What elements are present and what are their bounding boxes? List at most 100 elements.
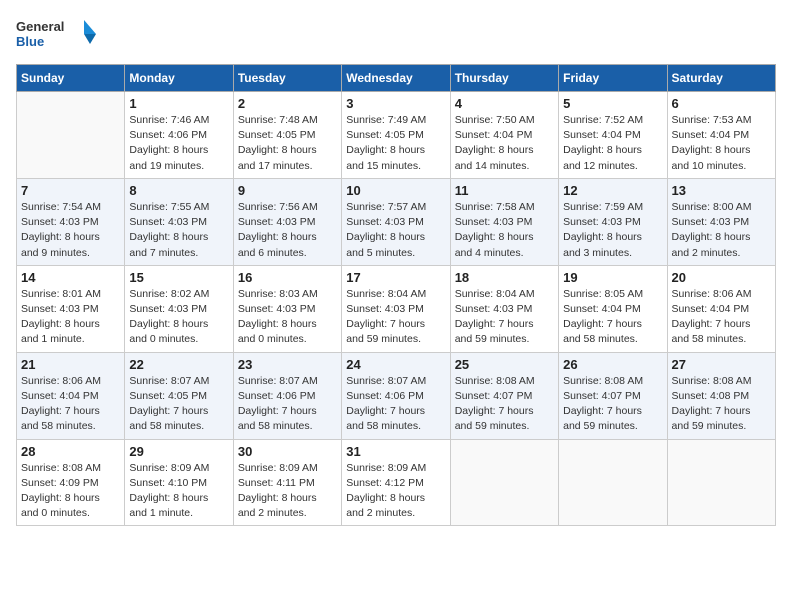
calendar-cell: 4Sunrise: 7:50 AM Sunset: 4:04 PM Daylig… [450,92,558,179]
calendar-header-thursday: Thursday [450,65,558,92]
calendar-cell: 23 Sunrise: 8:07 AM Sunset: 4:06 PM Dayli… [233,352,341,439]
day-number: 2 [238,96,337,111]
day-info: Sunrise: 8:09 AM Sunset: 4:11 PM Dayligh… [238,461,337,522]
svg-text:General: General [16,19,64,34]
day-number: 3 [346,96,445,111]
day-number: 23 [238,357,337,372]
day-info: Sunrise: 8:05 AM Sunset: 4:04 PM Dayligh… [563,287,662,348]
calendar-cell: 31 Sunrise: 8:09 AM Sunset: 4:12 PM Dayli… [342,439,450,526]
day-info: Sunrise: 7:52 AM Sunset: 4:04 PM Dayligh… [563,113,662,174]
calendar-week-row: 28 Sunrise: 8:08 AM Sunset: 4:09 PM Dayli… [17,439,776,526]
day-info: Sunrise: 7:50 AM Sunset: 4:04 PM Dayligh… [455,113,554,174]
calendar-cell [559,439,667,526]
calendar-cell [667,439,775,526]
day-number: 10 [346,183,445,198]
day-info: Sunrise: 8:03 AM Sunset: 4:03 PM Dayligh… [238,287,337,348]
calendar-cell: 24 Sunrise: 8:07 AM Sunset: 4:06 PM Dayli… [342,352,450,439]
calendar-cell: 12Sunrise: 7:59 AM Sunset: 4:03 PM Dayli… [559,178,667,265]
calendar-header-wednesday: Wednesday [342,65,450,92]
calendar-week-row: 21 Sunrise: 8:06 AM Sunset: 4:04 PM Dayli… [17,352,776,439]
calendar-cell: 30 Sunrise: 8:09 AM Sunset: 4:11 PM Dayli… [233,439,341,526]
page-header: General Blue [16,16,776,52]
calendar-cell: 26Sunrise: 8:08 AM Sunset: 4:07 PM Dayli… [559,352,667,439]
day-number: 15 [129,270,228,285]
calendar-header-monday: Monday [125,65,233,92]
day-info: Sunrise: 7:55 AM Sunset: 4:03 PM Dayligh… [129,200,228,261]
day-number: 20 [672,270,771,285]
calendar-cell: 8 Sunrise: 7:55 AM Sunset: 4:03 PM Daylig… [125,178,233,265]
day-info: Sunrise: 7:57 AM Sunset: 4:03 PM Dayligh… [346,200,445,261]
calendar-cell: 22Sunrise: 8:07 AM Sunset: 4:05 PM Dayli… [125,352,233,439]
day-number: 26 [563,357,662,372]
calendar-cell: 15Sunrise: 8:02 AM Sunset: 4:03 PM Dayli… [125,265,233,352]
day-info: Sunrise: 7:56 AM Sunset: 4:03 PM Dayligh… [238,200,337,261]
day-info: Sunrise: 8:04 AM Sunset: 4:03 PM Dayligh… [346,287,445,348]
day-info: Sunrise: 7:48 AM Sunset: 4:05 PM Dayligh… [238,113,337,174]
day-number: 5 [563,96,662,111]
day-number: 6 [672,96,771,111]
day-info: Sunrise: 8:08 AM Sunset: 4:07 PM Dayligh… [455,374,554,435]
day-number: 16 [238,270,337,285]
day-number: 31 [346,444,445,459]
day-info: Sunrise: 7:49 AM Sunset: 4:05 PM Dayligh… [346,113,445,174]
day-number: 12 [563,183,662,198]
calendar-cell: 9 Sunrise: 7:56 AM Sunset: 4:03 PM Daylig… [233,178,341,265]
calendar-header-saturday: Saturday [667,65,775,92]
day-info: Sunrise: 8:06 AM Sunset: 4:04 PM Dayligh… [21,374,120,435]
day-info: Sunrise: 8:07 AM Sunset: 4:06 PM Dayligh… [238,374,337,435]
day-info: Sunrise: 7:58 AM Sunset: 4:03 PM Dayligh… [455,200,554,261]
day-info: Sunrise: 8:08 AM Sunset: 4:09 PM Dayligh… [21,461,120,522]
day-number: 17 [346,270,445,285]
calendar-cell: 13 Sunrise: 8:00 AM Sunset: 4:03 PM Dayli… [667,178,775,265]
day-number: 27 [672,357,771,372]
calendar-cell: 3 Sunrise: 7:49 AM Sunset: 4:05 PM Daylig… [342,92,450,179]
day-number: 18 [455,270,554,285]
calendar-cell: 25Sunrise: 8:08 AM Sunset: 4:07 PM Dayli… [450,352,558,439]
day-info: Sunrise: 8:04 AM Sunset: 4:03 PM Dayligh… [455,287,554,348]
day-info: Sunrise: 8:09 AM Sunset: 4:10 PM Dayligh… [129,461,228,522]
calendar-cell: 27 Sunrise: 8:08 AM Sunset: 4:08 PM Dayli… [667,352,775,439]
calendar-cell: 11 Sunrise: 7:58 AM Sunset: 4:03 PM Dayli… [450,178,558,265]
day-number: 30 [238,444,337,459]
day-info: Sunrise: 8:08 AM Sunset: 4:08 PM Dayligh… [672,374,771,435]
calendar-header-tuesday: Tuesday [233,65,341,92]
calendar-cell: 21 Sunrise: 8:06 AM Sunset: 4:04 PM Dayli… [17,352,125,439]
calendar-cell: 5 Sunrise: 7:52 AM Sunset: 4:04 PM Daylig… [559,92,667,179]
calendar-header-row: SundayMondayTuesdayWednesdayThursdayFrid… [17,65,776,92]
calendar-week-row: 14Sunrise: 8:01 AM Sunset: 4:03 PM Dayli… [17,265,776,352]
calendar-cell: 18 Sunrise: 8:04 AM Sunset: 4:03 PM Dayli… [450,265,558,352]
calendar-cell: 28 Sunrise: 8:08 AM Sunset: 4:09 PM Dayli… [17,439,125,526]
day-number: 24 [346,357,445,372]
day-info: Sunrise: 8:07 AM Sunset: 4:06 PM Dayligh… [346,374,445,435]
day-number: 29 [129,444,228,459]
day-number: 22 [129,357,228,372]
day-number: 13 [672,183,771,198]
svg-text:Blue: Blue [16,34,44,49]
calendar-cell: 7Sunrise: 7:54 AM Sunset: 4:03 PM Daylig… [17,178,125,265]
day-number: 28 [21,444,120,459]
day-info: Sunrise: 8:06 AM Sunset: 4:04 PM Dayligh… [672,287,771,348]
day-number: 11 [455,183,554,198]
logo: General Blue [16,16,96,52]
day-number: 1 [129,96,228,111]
day-info: Sunrise: 7:53 AM Sunset: 4:04 PM Dayligh… [672,113,771,174]
day-info: Sunrise: 7:46 AM Sunset: 4:06 PM Dayligh… [129,113,228,174]
calendar-cell: 10 Sunrise: 7:57 AM Sunset: 4:03 PM Dayli… [342,178,450,265]
logo-svg: General Blue [16,16,96,52]
calendar-week-row: 1 Sunrise: 7:46 AM Sunset: 4:06 PM Daylig… [17,92,776,179]
calendar-header-friday: Friday [559,65,667,92]
day-number: 14 [21,270,120,285]
day-number: 7 [21,183,120,198]
calendar-cell: 17 Sunrise: 8:04 AM Sunset: 4:03 PM Dayli… [342,265,450,352]
calendar-week-row: 7Sunrise: 7:54 AM Sunset: 4:03 PM Daylig… [17,178,776,265]
day-info: Sunrise: 8:09 AM Sunset: 4:12 PM Dayligh… [346,461,445,522]
day-number: 8 [129,183,228,198]
calendar-cell: 20 Sunrise: 8:06 AM Sunset: 4:04 PM Dayli… [667,265,775,352]
calendar-cell: 19Sunrise: 8:05 AM Sunset: 4:04 PM Dayli… [559,265,667,352]
day-number: 21 [21,357,120,372]
day-number: 9 [238,183,337,198]
calendar-table: SundayMondayTuesdayWednesdayThursdayFrid… [16,64,776,526]
day-info: Sunrise: 8:00 AM Sunset: 4:03 PM Dayligh… [672,200,771,261]
calendar-cell: 6 Sunrise: 7:53 AM Sunset: 4:04 PM Daylig… [667,92,775,179]
calendar-header-sunday: Sunday [17,65,125,92]
